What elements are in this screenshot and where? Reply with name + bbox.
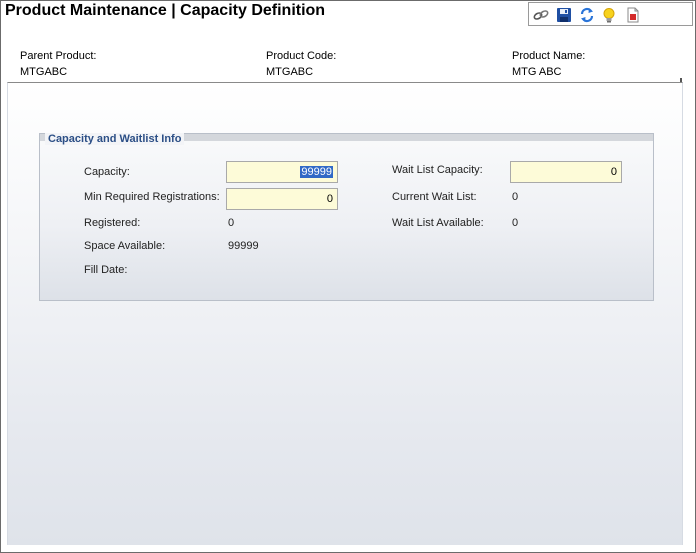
wait-list-capacity-label: Wait List Capacity:	[392, 164, 483, 176]
wait-list-capacity-input-value: 0	[610, 166, 617, 178]
space-available-label: Space Available:	[84, 240, 166, 252]
product-name-label: Product Name:	[512, 50, 586, 62]
product-name-value: MTG ABC	[512, 66, 562, 78]
wait-list-available-label: Wait List Available:	[392, 217, 484, 229]
registered-value: 0	[228, 217, 235, 229]
lightbulb-icon[interactable]	[601, 7, 617, 23]
link-icon[interactable]	[533, 7, 549, 23]
space-available-value: 99999	[228, 240, 259, 252]
group-title: Capacity and Waitlist Info	[45, 133, 185, 145]
min-required-input[interactable]: 0	[226, 188, 338, 210]
refresh-icon[interactable]	[579, 7, 595, 23]
pdf-report-icon[interactable]	[625, 7, 641, 23]
toolbar	[528, 2, 693, 26]
save-icon[interactable]	[556, 7, 572, 23]
fill-date-label: Fill Date:	[84, 264, 128, 276]
registered-label: Registered:	[84, 217, 141, 229]
min-required-input-value: 0	[326, 193, 333, 205]
current-wait-list-value: 0	[512, 191, 519, 203]
current-wait-list-label: Current Wait List:	[392, 191, 477, 203]
parent-product-value: MTGABC	[20, 66, 68, 78]
parent-product-label: Parent Product:	[20, 50, 97, 62]
page-title: Product Maintenance | Capacity Definitio…	[5, 2, 326, 19]
wait-list-available-value: 0	[512, 217, 519, 229]
capacity-input-value: 99999	[300, 166, 333, 178]
min-required-label: Min Required Registrations:	[84, 191, 220, 203]
product-code-label: Product Code:	[266, 50, 337, 62]
wait-list-capacity-input[interactable]: 0	[510, 161, 622, 183]
capacity-input[interactable]: 99999	[226, 161, 338, 183]
product-code-value: MTGABC	[266, 66, 314, 78]
capacity-label: Capacity:	[84, 166, 130, 178]
